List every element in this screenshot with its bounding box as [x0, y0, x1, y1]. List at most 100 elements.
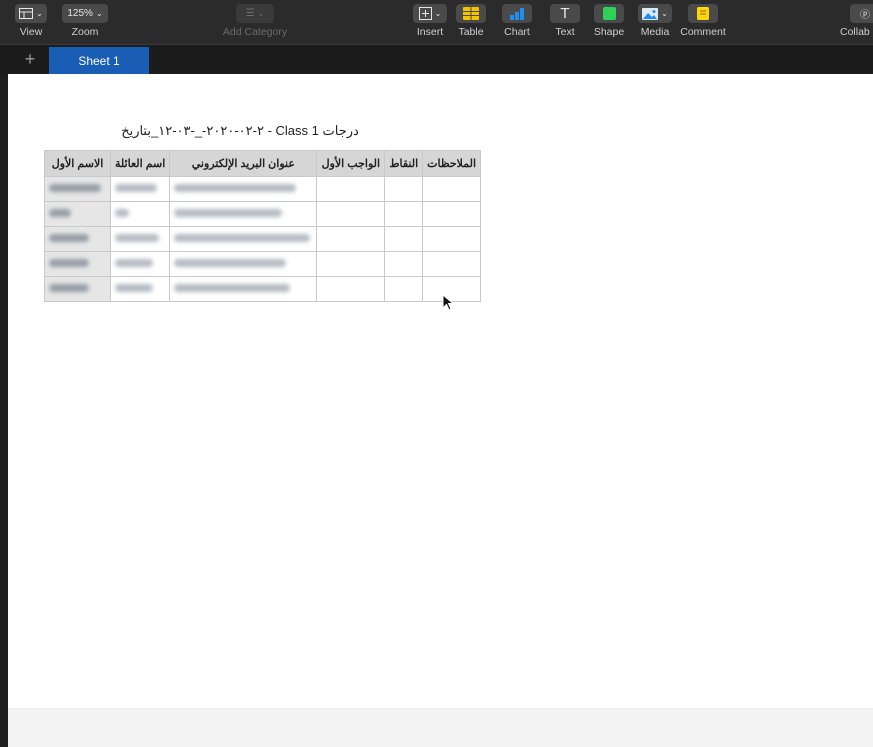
redacted-text [115, 259, 153, 267]
cell-notes[interactable] [422, 176, 482, 202]
cell-first-assignment[interactable] [316, 251, 386, 277]
chevron-down-icon: ⌄ [36, 9, 43, 18]
tab-sheet-1[interactable]: Sheet 1 [49, 47, 149, 74]
comment-icon [697, 7, 709, 20]
collab-label: Collab [840, 26, 870, 38]
table-menu[interactable]: Table [454, 0, 488, 44]
table-row [44, 176, 482, 202]
add-category-menu[interactable]: ☰ ⌄ Add Category [215, 0, 295, 44]
cell-notes[interactable] [422, 201, 482, 227]
table-title[interactable]: درجات Class 1 - ٢-٠٢-٢٠٢٠-_-٠٣-١٢_بتاريخ [90, 123, 390, 139]
insert-button[interactable]: ⌄ [413, 4, 447, 23]
chevron-down-icon: ⌄ [661, 9, 668, 18]
list-icon: ☰ [245, 8, 255, 19]
cell-first-assignment[interactable] [316, 176, 386, 202]
add-category-label: Add Category [222, 26, 288, 38]
redacted-text [174, 184, 297, 192]
text-menu[interactable]: T Text [548, 0, 582, 44]
cell-email[interactable] [169, 276, 318, 302]
cell-first-name[interactable] [44, 276, 111, 302]
mouse-pointer-icon [442, 294, 454, 311]
cell-notes[interactable] [422, 251, 482, 277]
redacted-text [49, 234, 89, 242]
media-menu[interactable]: ⌄ Media [636, 0, 674, 44]
zoom-menu[interactable]: 125% ⌄ Zoom [60, 0, 110, 44]
cell-family-name[interactable] [109, 176, 171, 202]
cell-first-assignment[interactable] [316, 201, 386, 227]
shape-button[interactable] [594, 4, 624, 23]
header-family-name[interactable]: اسم العائلة [109, 150, 171, 177]
header-row: الاسم الأول اسم العائلة عنوان البريد الإ… [44, 150, 482, 177]
media-button[interactable]: ⌄ [638, 4, 672, 23]
zoom-button[interactable]: 125% ⌄ [62, 4, 108, 23]
cell-email[interactable] [169, 251, 318, 277]
text-button[interactable]: T [550, 4, 580, 23]
redacted-text [49, 284, 89, 292]
cell-first-name[interactable] [44, 251, 111, 277]
redacted-text [174, 284, 291, 292]
redacted-text [115, 284, 153, 292]
cell-points[interactable] [384, 201, 424, 227]
shape-menu[interactable]: Shape [592, 0, 626, 44]
redacted-text [174, 259, 287, 267]
canvas-footer [8, 708, 873, 747]
cell-family-name[interactable] [109, 201, 171, 227]
cell-email[interactable] [169, 226, 318, 252]
cell-points[interactable] [384, 226, 424, 252]
cell-points[interactable] [384, 276, 424, 302]
collaborate-button[interactable]: ⓟ [850, 4, 873, 23]
cell-points[interactable] [384, 251, 424, 277]
view-label: View [19, 26, 43, 38]
sheet-canvas[interactable]: درجات Class 1 - ٢-٠٢-٢٠٢٠-_-٠٣-١٢_بتاريخ… [8, 74, 873, 747]
cell-first-name[interactable] [44, 176, 111, 202]
collaborate-menu[interactable]: ⓟ Collab [840, 0, 873, 44]
text-icon: T [560, 5, 570, 22]
cell-family-name[interactable] [109, 276, 171, 302]
comment-label: Comment [680, 26, 726, 38]
redacted-text [115, 184, 157, 192]
text-label: Text [555, 26, 575, 38]
add-category-button[interactable]: ☰ ⌄ [236, 4, 274, 23]
sheet-tab-bar: + Sheet 1 [0, 44, 873, 75]
redacted-text [174, 234, 311, 242]
cell-first-name[interactable] [44, 201, 111, 227]
cell-points[interactable] [384, 176, 424, 202]
comment-button[interactable] [688, 4, 718, 23]
grades-table[interactable]: الاسم الأول اسم العائلة عنوان البريد الإ… [44, 150, 482, 302]
chart-button[interactable] [502, 4, 532, 23]
cell-email[interactable] [169, 201, 318, 227]
cell-family-name[interactable] [109, 226, 171, 252]
plus-icon: + [24, 49, 36, 69]
cell-notes[interactable] [422, 226, 482, 252]
cell-email[interactable] [169, 176, 318, 202]
table-button[interactable] [456, 4, 486, 23]
media-icon [642, 7, 659, 20]
shape-label: Shape [593, 26, 625, 38]
add-sheet-button[interactable]: + [20, 48, 40, 70]
view-button[interactable]: ⌄ [15, 4, 47, 23]
header-notes[interactable]: الملاحظات [422, 150, 482, 177]
header-email[interactable]: عنوان البريد الإلكتروني [169, 150, 318, 177]
comment-menu[interactable]: Comment [680, 0, 726, 44]
redacted-text [115, 234, 159, 242]
table-icon [463, 7, 479, 20]
redacted-text [174, 209, 283, 217]
collaborate-icon: ⓟ [860, 10, 870, 21]
header-first-assignment[interactable]: الواجب الأول [316, 150, 386, 177]
cell-first-assignment[interactable] [316, 276, 386, 302]
header-points[interactable]: النقاط [384, 150, 424, 177]
insert-label: Insert [416, 26, 444, 38]
insert-menu[interactable]: ⌄ Insert [408, 0, 452, 44]
chart-menu[interactable]: Chart [500, 0, 534, 44]
header-first-name[interactable]: الاسم الأول [44, 150, 111, 177]
chart-icon [510, 8, 524, 20]
view-menu[interactable]: ⌄ View [10, 0, 52, 44]
chevron-down-icon: ⌄ [257, 9, 265, 18]
zoom-value: 125% [67, 8, 93, 19]
cell-first-assignment[interactable] [316, 226, 386, 252]
insert-icon [418, 7, 432, 20]
table-row [44, 201, 482, 227]
table-label: Table [458, 26, 484, 38]
cell-family-name[interactable] [109, 251, 171, 277]
cell-first-name[interactable] [44, 226, 111, 252]
